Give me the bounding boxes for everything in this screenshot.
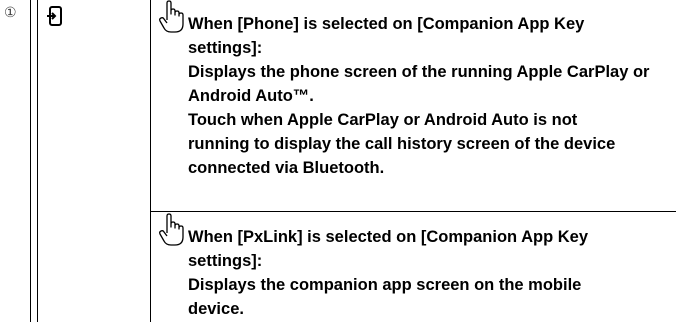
touch-hand-icon: [158, 213, 184, 252]
text-line: Displays the companion app screen on the…: [188, 276, 582, 294]
text-line: Android Auto™.: [188, 87, 314, 105]
column-divider: [30, 0, 31, 322]
text-line: device.: [188, 300, 244, 318]
row-number: ①: [4, 4, 17, 20]
text-line: settings]:: [188, 39, 263, 57]
text-line: Touch when Apple CarPlay or Android Auto…: [188, 111, 578, 129]
instruction-table: ① When [Phone] is selected on [Companion…: [0, 0, 676, 322]
text-line: When [PxLink] is selected on [Companion …: [188, 228, 589, 246]
column-divider: [150, 0, 151, 322]
text-line: running to display the call history scre…: [188, 135, 616, 153]
text-line: Displays the phone screen of the running…: [188, 63, 650, 81]
text-line: When [Phone] is selected on [Companion A…: [188, 15, 585, 33]
text-line: settings]:: [188, 252, 263, 270]
text-line: connected via Bluetooth.: [188, 159, 385, 177]
column-divider: [37, 0, 38, 322]
description-block-pxlink: When [PxLink] is selected on [Companion …: [158, 213, 670, 321]
description-block-phone: When [Phone] is selected on [Companion A…: [158, 0, 670, 180]
description-text: When [Phone] is selected on [Companion A…: [158, 0, 670, 180]
row-divider: [150, 211, 676, 212]
touch-hand-icon: [158, 0, 184, 39]
description-text: When [PxLink] is selected on [Companion …: [158, 213, 670, 321]
phone-login-icon: [47, 6, 63, 31]
